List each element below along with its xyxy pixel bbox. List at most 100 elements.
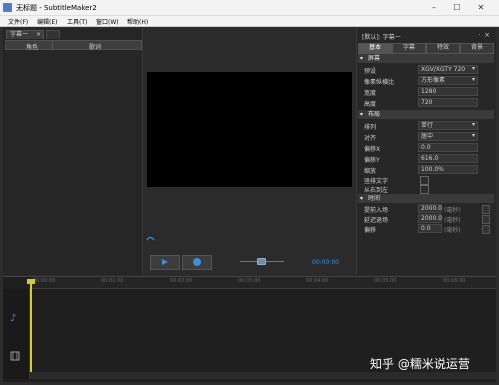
tab-subtitle[interactable]: 字幕 [392,43,426,54]
collapse-icon: ▾ [360,195,364,202]
close-icon[interactable]: × [36,31,41,39]
property-label: 高度 [364,101,377,108]
property-row: 对齐 居中 [358,132,494,142]
section-title: 屏幕 [368,55,381,62]
film-icon [10,351,20,361]
offset-x-field[interactable]: 0.0 [418,143,478,152]
menu-edit[interactable]: 编辑(E) [37,17,57,26]
column-header-lyrics[interactable]: 歌词 [89,42,101,51]
menu-bar: 文件(F) 编辑(E) 工具(T) 窗口(W) 帮助(H) [0,16,499,27]
wave-icon[interactable] [146,235,155,242]
property-row: 像素纵横比 方形像素 [358,76,494,86]
tab-basic[interactable]: 基本 [358,43,392,54]
playhead[interactable] [30,282,32,378]
timeline-tick: 00:05:00 [374,278,397,284]
timeline-tick: 00:02:00 [170,278,193,284]
music-note-icon: ♪ [10,313,17,324]
property-row: 偏移X 0.0 [358,143,494,153]
play-button[interactable] [150,255,180,270]
height-field[interactable]: 720 [418,98,478,107]
tab-effects[interactable]: 特效 [426,43,460,54]
property-row: 延迟退场 2000.0 (毫秒) [358,214,494,224]
property-label: 像素纵横比 [364,79,395,86]
right-to-left-checkbox[interactable] [420,185,429,194]
width-field[interactable]: 1280 [418,87,478,96]
maximize-icon[interactable]: ☐ [448,2,466,14]
property-label: 预设 [364,68,377,75]
collapse-icon: ▾ [360,111,364,118]
column-divider[interactable] [52,41,53,50]
new-tab-button[interactable] [46,30,60,39]
unit-label: (毫秒) [444,227,461,234]
properties-tabs: 基本 字幕 特效 背景 [358,43,494,54]
property-label: 排列 [364,124,377,131]
spin-button[interactable] [482,205,490,214]
timing-offset-field[interactable]: 0.0 [418,224,442,233]
volume-slider-handle[interactable] [257,258,266,265]
timeline-tick: 00:03:00 [238,278,261,284]
unit-label: (毫秒) [444,217,461,224]
menu-file[interactable]: 文件(F) [8,17,28,26]
spin-button[interactable] [482,215,490,224]
property-row: 排列 单行 [358,121,494,131]
subtitle-list-header: 角色 歌词 [5,40,142,51]
property-label: 延迟退场 [364,217,389,224]
section-title: 布局 [368,111,381,118]
track-header-gutter [3,289,30,379]
property-label: 宽度 [364,90,377,97]
properties-header: [默认]: 字幕一 ᐧ × [358,31,494,41]
scale-field[interactable]: 100.0% [418,165,478,174]
arrange-dropdown[interactable]: 单行 [418,121,478,130]
property-row: 提前入场 2000.0 (毫秒) [358,204,494,214]
tab-label: 字幕一 [10,31,29,38]
timeline-tick: 00:06:00 [443,278,466,284]
property-label: 偏移 [364,227,377,234]
timeline-tick: 00:01:00 [101,278,124,284]
menu-help[interactable]: 帮助(H) [127,17,148,26]
section-title: 时间 [368,195,381,202]
timeline-ruler[interactable] [30,277,496,289]
minimize-icon[interactable]: – [425,2,443,14]
pixel-aspect-dropdown[interactable]: 方形像素 [418,76,478,85]
property-label: 从右到左 [364,187,389,194]
close-icon[interactable]: × [484,31,490,39]
timeline-scrollbar[interactable] [30,372,496,379]
menu-tools[interactable]: 工具(T) [67,17,87,26]
section-timing[interactable]: ▾ 时间 [358,194,494,203]
menu-window[interactable]: 窗口(W) [96,17,119,26]
timecode-display: 00:00:00 [312,259,339,266]
pin-icon[interactable]: ᐧ [478,31,480,39]
section-screen[interactable]: ▾ 屏幕 [358,54,494,63]
spin-button[interactable] [482,225,490,234]
tab-subtitle-one[interactable]: 字幕一 × [6,30,44,39]
property-row: 宽度 1280 [358,87,494,97]
property-row: 缩放 100.0% [358,165,494,175]
watermark: 知乎 @糯米说运营 [370,357,470,371]
timeline-tick: 00:04:00 [306,278,329,284]
column-header-role[interactable]: 角色 [26,42,38,51]
offset-y-field[interactable]: 616.0 [418,154,478,163]
tab-background[interactable]: 背景 [460,43,494,54]
property-row: 高度 720 [358,98,494,108]
collapse-icon: ▾ [360,55,364,62]
title-bar: 无标题 - SubtitleMaker2 – ☐ ✕ [0,0,499,16]
align-dropdown[interactable]: 居中 [418,132,478,141]
preset-dropdown[interactable]: XGV/XGTY 720 [418,65,478,74]
stop-icon [193,258,201,266]
unit-label: (毫秒) [444,207,461,214]
video-preview [147,72,352,187]
app-icon [3,3,12,12]
property-label: 缩放 [364,168,377,175]
properties-title: [默认]: 字幕一 [362,34,401,41]
property-label: 对齐 [364,135,377,142]
lead-out-field[interactable]: 2000.0 [418,214,442,223]
play-icon [162,259,168,265]
property-row: 从右到左 [358,184,494,194]
property-row: 偏移 0.0 (毫秒) [358,224,494,234]
property-row: 预设 XGV/XGTY 720 [358,65,494,75]
close-icon[interactable]: ✕ [472,2,490,14]
subtitle-list-panel [3,28,143,275]
lead-in-field[interactable]: 2000.0 [418,204,442,213]
stop-button[interactable] [182,255,212,270]
section-layout[interactable]: ▾ 布局 [358,110,494,119]
